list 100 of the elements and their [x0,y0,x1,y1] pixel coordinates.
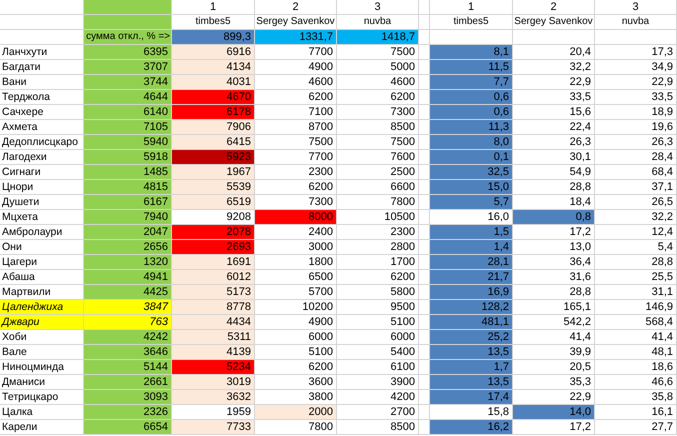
table-cell: 41,4 [595,330,677,345]
table-cell: 13,0 [513,240,595,255]
table-cell: 7500 [255,135,337,150]
table-cell: 3093 [84,390,172,405]
table-cell: 8778 [172,300,255,315]
table-cell: 35,8 [595,390,677,405]
table-cell: 22,9 [595,75,677,90]
table-cell: Цаленджиха [0,300,84,315]
table-cell: 8500 [337,420,419,435]
table-cell: 27,7 [595,420,677,435]
table-cell: Сигнаги [0,165,84,180]
table-cell: 5100 [337,315,419,330]
table-cell: 25,5 [595,270,677,285]
table-cell: 4600 [337,75,419,90]
table-cell: 5923 [172,150,255,165]
table-cell: 12,4 [595,225,677,240]
column-header: timbes5 [430,15,513,30]
table-cell: 3707 [84,60,172,75]
table-cell: 21,7 [430,270,513,285]
table-cell: 28,8 [513,285,595,300]
table-cell: 6167 [84,195,172,210]
table-cell: 1485 [84,165,172,180]
table-cell: 7600 [337,150,419,165]
table-cell: 6200 [337,270,419,285]
table-cell: 16,0 [430,210,513,225]
table-cell: 5234 [172,360,255,375]
table-cell: 9208 [172,210,255,225]
table-cell: 34,9 [595,60,677,75]
table-cell: Цагери [0,255,84,270]
table-cell: 4434 [172,315,255,330]
table-cell: 5539 [172,180,255,195]
table-cell: 146,9 [595,300,677,315]
table-cell: 11,3 [430,120,513,135]
table-cell: 31,6 [513,270,595,285]
table-cell: 33,5 [595,90,677,105]
table-cell: 25,2 [430,330,513,345]
table-cell: 4900 [255,60,337,75]
table-cell: 36,4 [513,255,595,270]
table-cell: 7100 [255,105,337,120]
table-cell: 0,8 [513,210,595,225]
table-cell: 7906 [172,120,255,135]
table-cell: 6100 [337,360,419,375]
table-cell: Ниноцминда [0,360,84,375]
table-cell: 11,5 [430,60,513,75]
table-cell: 6000 [337,330,419,345]
table-cell: 1418,7 [337,30,419,45]
table-cell: Лагодехи [0,150,84,165]
table-cell: 6200 [255,360,337,375]
column-number: 2 [513,0,595,15]
table-cell: 5940 [84,135,172,150]
table-cell: 22,4 [513,120,595,135]
table-cell: Ланчхути [0,45,84,60]
table-cell: 3632 [172,390,255,405]
table-cell: 4900 [255,315,337,330]
column-number: 3 [595,0,677,15]
table-cell: 5,4 [595,240,677,255]
table-cell: 1331,7 [255,30,337,45]
table-cell: 4941 [84,270,172,285]
table-cell: Сачхере [0,105,84,120]
column-number: 1 [172,0,255,15]
table-cell: 6500 [255,270,337,285]
table-cell: 6140 [84,105,172,120]
table-cell: 899,3 [172,30,255,45]
table-cell: 2400 [255,225,337,240]
table-cell: 6200 [255,180,337,195]
table-cell: 4139 [172,345,255,360]
table-cell: 5100 [255,345,337,360]
table-cell: 8700 [255,120,337,135]
table-cell: 10500 [337,210,419,225]
table-cell: Мартвили [0,285,84,300]
table-cell: 7105 [84,120,172,135]
table-cell: 7800 [255,420,337,435]
table-cell: 6000 [255,330,337,345]
table-cell: 3847 [84,300,172,315]
table-cell: Душети [0,195,84,210]
table-cell: 5173 [172,285,255,300]
table-cell: 8000 [255,210,337,225]
table-cell: 32,2 [513,60,595,75]
table-cell: 5144 [84,360,172,375]
table-cell: 4644 [84,90,172,105]
table-cell: 54,9 [513,165,595,180]
table-cell: 18,4 [513,195,595,210]
table-cell: 3019 [172,375,255,390]
table-cell: Терджола [0,90,84,105]
table-cell: 15,6 [513,105,595,120]
table-cell: 7300 [337,105,419,120]
column-header: timbes5 [172,15,255,30]
table-cell: 46,6 [595,375,677,390]
table-cell: 30,1 [513,150,595,165]
table-cell: 8,0 [430,135,513,150]
table-cell: 26,5 [595,195,677,210]
table-cell: 5000 [337,60,419,75]
table-cell: 35,3 [513,375,595,390]
table-cell: Хоби [0,330,84,345]
table-cell: 32,5 [430,165,513,180]
table-cell: 16,1 [595,405,677,420]
table-cell: 2700 [337,405,419,420]
table-cell: 33,5 [513,90,595,105]
table-cell: Амбролаури [0,225,84,240]
table-cell: Цалка [0,405,84,420]
